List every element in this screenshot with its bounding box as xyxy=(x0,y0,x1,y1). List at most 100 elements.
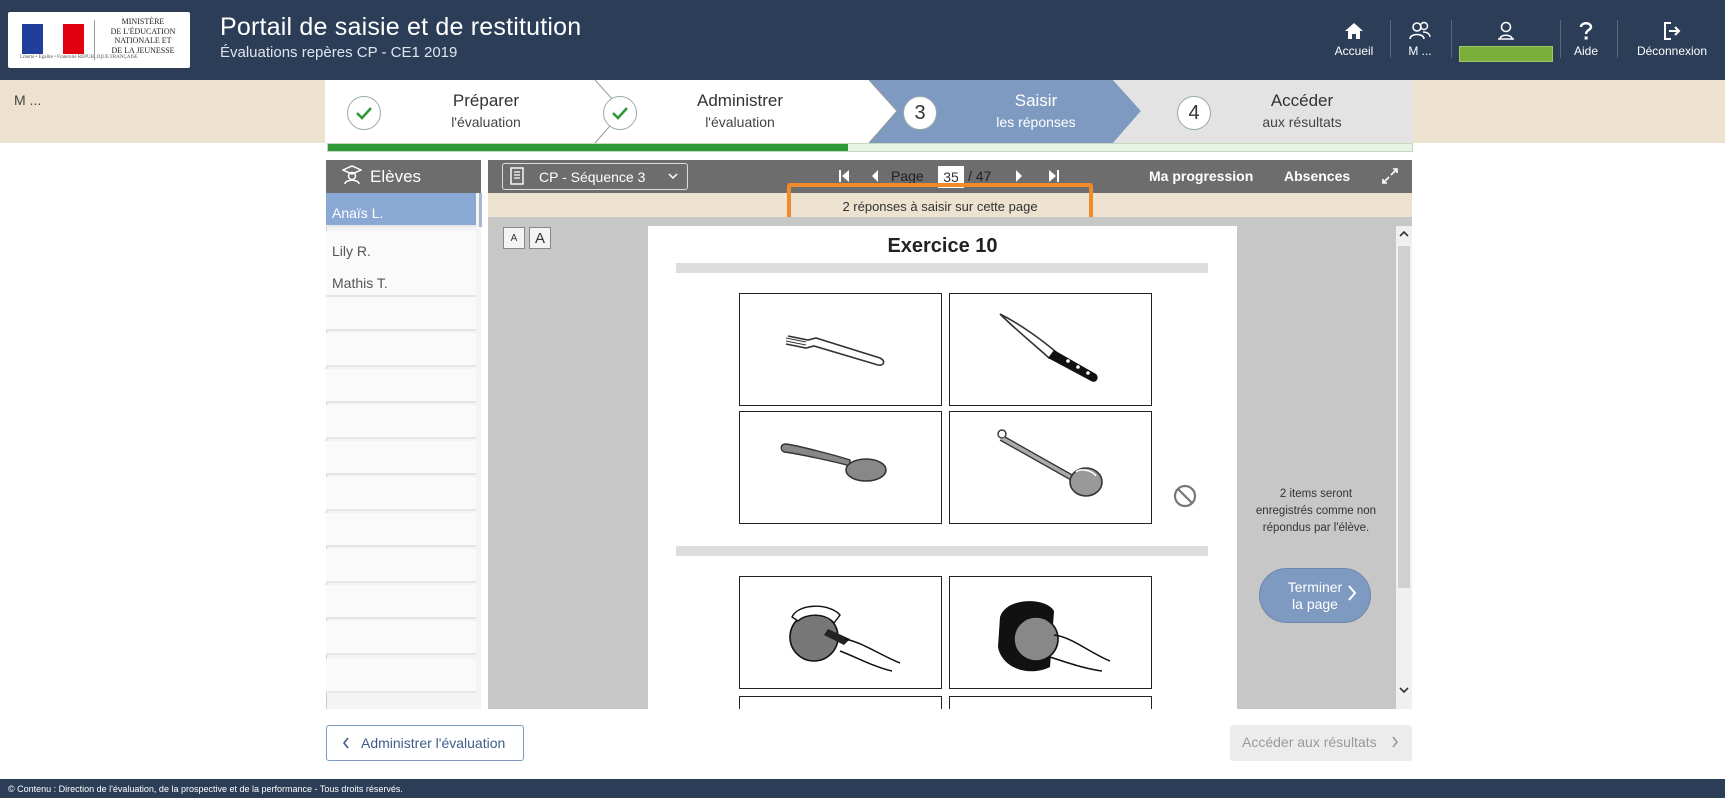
nav-divider xyxy=(1560,20,1561,58)
home-icon xyxy=(1345,23,1363,39)
step-results-title: Accéder xyxy=(1270,91,1334,110)
logout-icon xyxy=(1664,22,1681,40)
republic-motto: Liberté • Égalité • Fraternité RÉPUBLIQU… xyxy=(20,55,138,60)
chevron-right-icon xyxy=(1392,736,1399,748)
scroll-up-icon[interactable] xyxy=(1396,226,1412,242)
page-label: Page xyxy=(891,168,924,184)
first-page-icon[interactable] xyxy=(838,169,850,183)
nav-divider xyxy=(1451,20,1452,58)
step-enter-answers[interactable]: 3 Saisir les réponses xyxy=(869,80,1141,143)
student-item-empty xyxy=(326,549,476,583)
student-sidebar-header: Elèves xyxy=(326,160,481,193)
access-results-button[interactable]: Accéder aux résultats xyxy=(1230,725,1412,761)
sidebar-scrollbar[interactable] xyxy=(479,193,482,227)
separator-bar xyxy=(676,546,1208,556)
top-header: Liberté • Égalité • Fraternité RÉPUBLIQU… xyxy=(0,0,1725,80)
fullscreen-icon[interactable] xyxy=(1382,168,1398,184)
unanswered-info: 2 items seront enregistrés comme non rép… xyxy=(1255,488,1377,534)
fork-image[interactable] xyxy=(739,293,942,406)
portal-subtitle: Évaluations repères CP - CE1 2019 xyxy=(220,44,458,61)
student-item-empty xyxy=(326,585,476,619)
student-item[interactable]: Anaïs L. xyxy=(326,193,476,227)
nav-help-label: Aide xyxy=(1573,44,1599,58)
step-administer-sub: l'évaluation xyxy=(705,114,775,130)
exercise-page: Exercice 10 xyxy=(648,226,1237,709)
nav-users[interactable]: M ... xyxy=(1398,0,1442,80)
image-cell[interactable] xyxy=(949,696,1152,709)
ministry-logo[interactable]: Liberté • Égalité • Fraternité RÉPUBLIQU… xyxy=(8,12,190,68)
nav-account[interactable] xyxy=(1456,0,1556,80)
step-administer[interactable]: Administrer l'évaluation xyxy=(595,80,869,143)
finish-page-button[interactable]: Terminer la page xyxy=(1259,568,1371,623)
student-item-empty xyxy=(326,621,476,655)
chevron-right-icon xyxy=(1348,585,1357,601)
next-page-icon[interactable] xyxy=(1014,169,1024,183)
student-item[interactable]: Lily R. xyxy=(326,231,476,265)
absences-link[interactable]: Absences xyxy=(1284,168,1350,184)
portal-title: Portail de saisie et de restitution xyxy=(220,13,582,41)
footer-copyright: © Contenu : Direction de l'évaluation, d… xyxy=(0,779,1725,798)
notebook-icon xyxy=(510,167,524,185)
nav-logout[interactable]: Déconnexion xyxy=(1630,0,1714,80)
sequence-value: CP - Séquence 3 xyxy=(539,169,646,185)
student-item-empty xyxy=(326,369,476,403)
step-number: 3 xyxy=(903,96,937,130)
student-item[interactable]: Mathis T. xyxy=(326,263,476,297)
peeling-apple-image[interactable] xyxy=(739,576,942,689)
user-icon xyxy=(1498,21,1514,40)
nav-divider xyxy=(1617,20,1618,58)
student-item-empty xyxy=(326,405,476,439)
ladle-image[interactable] xyxy=(949,411,1152,524)
my-progression-link[interactable]: Ma progression xyxy=(1149,168,1253,184)
font-increase-button[interactable]: A xyxy=(529,227,551,249)
page-total: / 47 xyxy=(968,168,992,184)
no-answer-icon[interactable] xyxy=(1173,484,1197,508)
step-enter-title: Saisir xyxy=(1014,91,1058,110)
french-flag-icon xyxy=(22,24,85,54)
student-item-empty xyxy=(326,297,476,331)
student-icon xyxy=(342,165,362,185)
eating-apple-image[interactable] xyxy=(949,576,1152,689)
progress-bar xyxy=(327,143,1413,152)
image-cell[interactable] xyxy=(739,696,942,709)
step-prepare-title: Préparer xyxy=(452,91,520,110)
step-wizard: Préparer l'évaluation Administrer l'éval… xyxy=(325,80,1413,143)
back-to-administer-button[interactable]: Administrer l'évaluation xyxy=(326,725,524,761)
last-page-icon[interactable] xyxy=(1048,169,1060,183)
app-root: Liberté • Égalité • Fraternité RÉPUBLIQU… xyxy=(0,0,1725,798)
nav-divider xyxy=(1390,20,1391,58)
nav-home-label: Accueil xyxy=(1334,44,1374,58)
users-icon xyxy=(1409,21,1431,40)
context-name: M ... xyxy=(14,92,42,108)
nav-users-label: M ... xyxy=(1408,44,1432,58)
student-item-empty xyxy=(326,333,476,367)
sequence-select[interactable]: CP - Séquence 3 xyxy=(502,163,688,190)
progress-fill xyxy=(328,144,849,151)
check-icon xyxy=(347,96,381,130)
student-item-empty xyxy=(326,477,476,511)
scrollbar-thumb[interactable] xyxy=(1398,246,1410,588)
nav-home[interactable]: Accueil xyxy=(1325,0,1383,80)
font-decrease-button[interactable]: A xyxy=(503,227,525,249)
knife-image[interactable] xyxy=(949,293,1152,406)
next-button-label: Accéder aux résultats xyxy=(1242,734,1377,750)
right-panel xyxy=(1237,226,1395,709)
step-number: 4 xyxy=(1177,96,1211,130)
ministry-name: MINISTÈRE DE L'ÉDUCATION NATIONALE ET DE… xyxy=(110,17,176,55)
spoon-image[interactable] xyxy=(739,411,942,524)
student-item-empty xyxy=(326,441,476,475)
logo-divider xyxy=(94,20,95,60)
step-administer-title: Administrer xyxy=(697,91,783,110)
student-item-empty xyxy=(326,513,476,547)
nav-help[interactable]: Aide xyxy=(1566,0,1606,80)
previous-page-icon[interactable] xyxy=(870,169,880,183)
chevron-left-icon xyxy=(342,737,349,749)
scroll-down-icon[interactable] xyxy=(1396,682,1412,698)
sidebar-title: Elèves xyxy=(370,167,422,186)
step-results[interactable]: 4 Accéder aux résultats xyxy=(1141,80,1413,143)
student-item-empty xyxy=(326,659,476,693)
exercise-title: Exercice 10 xyxy=(887,235,998,257)
step-enter-sub: les réponses xyxy=(996,114,1076,130)
question-icon xyxy=(1579,22,1593,40)
step-prepare[interactable]: Préparer l'évaluation xyxy=(325,80,595,143)
